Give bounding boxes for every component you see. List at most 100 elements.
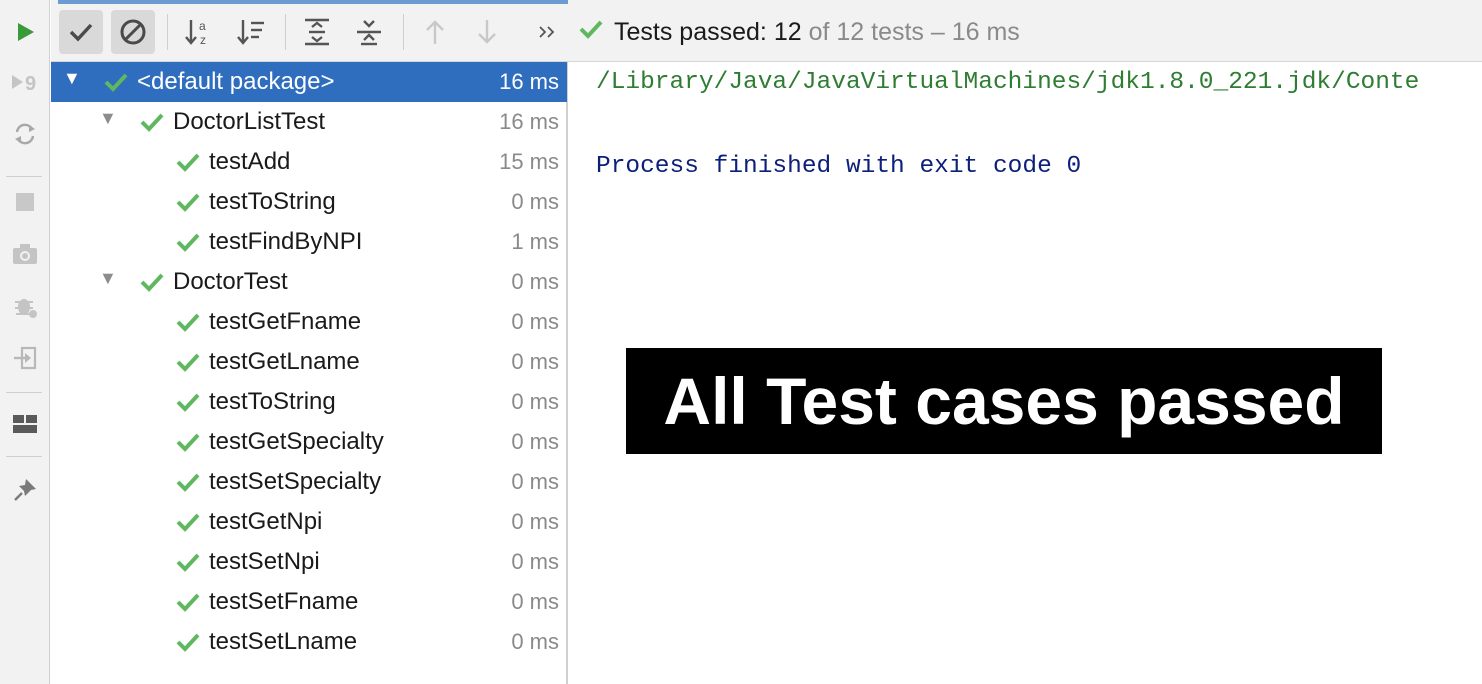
test-duration: 0 ms (511, 189, 559, 214)
exit-icon[interactable] (0, 340, 50, 376)
previous-failed-icon[interactable] (413, 10, 457, 54)
tree-row-package[interactable]: ▼ <default package> 16 ms (51, 62, 567, 102)
passed-check-icon (176, 233, 200, 252)
tree-row-test-method[interactable]: testFindByNPI 1 ms (51, 222, 567, 262)
test-name: testAdd (209, 148, 291, 175)
test-duration: 0 ms (511, 549, 559, 574)
all-passed-banner: All Test cases passed (626, 348, 1382, 454)
expand-toggle-icon[interactable]: ▼ (63, 68, 81, 89)
test-duration: 0 ms (511, 389, 559, 414)
test-duration: 0 ms (511, 269, 559, 294)
passed-check-icon (176, 513, 200, 532)
expand-toggle-icon[interactable]: ▼ (99, 108, 117, 129)
divider (6, 456, 42, 457)
show-passed-icon[interactable] (59, 10, 103, 54)
passed-check-icon (176, 393, 200, 412)
status-check-icon (578, 18, 604, 47)
debug-icon[interactable] (0, 288, 50, 324)
test-duration: 0 ms (511, 309, 559, 334)
test-name: <default package> (137, 68, 335, 95)
tree-row-test-method[interactable]: testGetSpecialty 0 ms (51, 422, 567, 462)
run-icon[interactable] (0, 14, 50, 50)
test-name: testToString (209, 388, 336, 415)
tree-row-test-method[interactable]: testSetFname 0 ms (51, 582, 567, 622)
tree-row-test-method[interactable]: testGetNpi 0 ms (51, 502, 567, 542)
test-duration: 0 ms (511, 349, 559, 374)
collapse-all-icon[interactable] (347, 10, 391, 54)
passed-check-icon (140, 273, 164, 292)
test-name: testGetSpecialty (209, 428, 384, 455)
divider (6, 392, 42, 393)
tree-row-test-method[interactable]: testToString 0 ms (51, 182, 567, 222)
passed-check-icon (176, 313, 200, 332)
test-name: testSetLname (209, 628, 358, 655)
left-tool-strip: 9 (0, 0, 50, 684)
test-duration: 0 ms (511, 629, 559, 654)
screenshot-icon[interactable] (0, 236, 50, 272)
divider (403, 14, 404, 50)
test-name: testSetFname (209, 588, 359, 615)
test-name: testGetFname (209, 308, 362, 335)
tree-row-test-method[interactable]: testSetSpecialty 0 ms (51, 462, 567, 502)
stop-icon[interactable] (0, 184, 50, 220)
test-name: DoctorTest (173, 268, 288, 295)
total-tests-text: of 12 tests – 16 ms (808, 17, 1020, 46)
active-tab-indicator (58, 0, 568, 4)
more-icon[interactable] (527, 10, 567, 54)
test-duration: 0 ms (511, 589, 559, 614)
passed-check-icon (176, 353, 200, 372)
tree-row-test-method[interactable]: testSetNpi 0 ms (51, 542, 567, 582)
expand-all-icon[interactable] (295, 10, 339, 54)
next-failed-icon[interactable] (465, 10, 509, 54)
divider (167, 14, 168, 50)
test-duration: 16 ms (499, 69, 559, 94)
show-ignored-icon[interactable] (111, 10, 155, 54)
svg-text:z: z (200, 33, 206, 47)
tree-row-test-method[interactable]: testAdd 15 ms (51, 142, 567, 182)
test-duration: 1 ms (511, 229, 559, 254)
passed-check-icon (176, 553, 200, 572)
tree-row-test-method[interactable]: testSetLname 0 ms (51, 622, 567, 662)
test-duration: 0 ms (511, 429, 559, 454)
expand-toggle-icon[interactable]: ▼ (99, 268, 117, 289)
test-name: testGetLname (209, 348, 360, 375)
passed-check-icon (176, 193, 200, 212)
test-name: testToString (209, 188, 336, 215)
passed-check-icon (176, 473, 200, 492)
passed-check-icon (176, 153, 200, 172)
test-results-tree: ▼ <default package> 16 ms ▼ DoctorListTest 16… (51, 62, 568, 684)
tree-row-test-method[interactable]: testToString 0 ms (51, 382, 567, 422)
passed-check-icon (176, 633, 200, 652)
test-duration: 15 ms (499, 149, 559, 174)
sort-alphabetically-icon[interactable]: az (177, 10, 221, 54)
layout-icon[interactable] (0, 406, 50, 442)
rerun-failed-icon[interactable]: 9 (0, 64, 50, 100)
test-name: testGetNpi (209, 508, 323, 535)
divider (6, 176, 42, 177)
passed-check-icon (176, 433, 200, 452)
status-label: Tests passed: (614, 17, 767, 46)
passed-check-icon (104, 73, 128, 92)
test-duration: 0 ms (511, 509, 559, 534)
tree-row-test-method[interactable]: testGetFname 0 ms (51, 302, 567, 342)
test-duration: 0 ms (511, 469, 559, 494)
console-exit-message: Process finished with exit code 0 (596, 153, 1082, 180)
toggle-auto-test-icon[interactable] (0, 116, 50, 152)
passed-check-icon (176, 593, 200, 612)
divider (285, 14, 286, 50)
test-status: Tests passed: 12 of 12 tests – 16 ms (578, 16, 1020, 48)
svg-text:a: a (199, 19, 206, 33)
tree-row-test-class[interactable]: ▼ DoctorListTest 16 ms (51, 102, 567, 142)
test-duration: 16 ms (499, 109, 559, 134)
passed-count: 12 (773, 17, 802, 46)
test-name: testSetSpecialty (209, 468, 382, 495)
test-name: testFindByNPI (209, 228, 363, 255)
tree-row-test-class[interactable]: ▼ DoctorTest 0 ms (51, 262, 567, 302)
sort-by-duration-icon[interactable] (229, 10, 273, 54)
svg-text:9: 9 (25, 73, 36, 95)
test-name: testSetNpi (209, 548, 320, 575)
tree-row-test-method[interactable]: testGetLname 0 ms (51, 342, 567, 382)
console-command-line: /Library/Java/JavaVirtualMachines/jdk1.8… (596, 69, 1420, 96)
passed-check-icon (140, 113, 164, 132)
pin-icon[interactable] (0, 472, 50, 508)
